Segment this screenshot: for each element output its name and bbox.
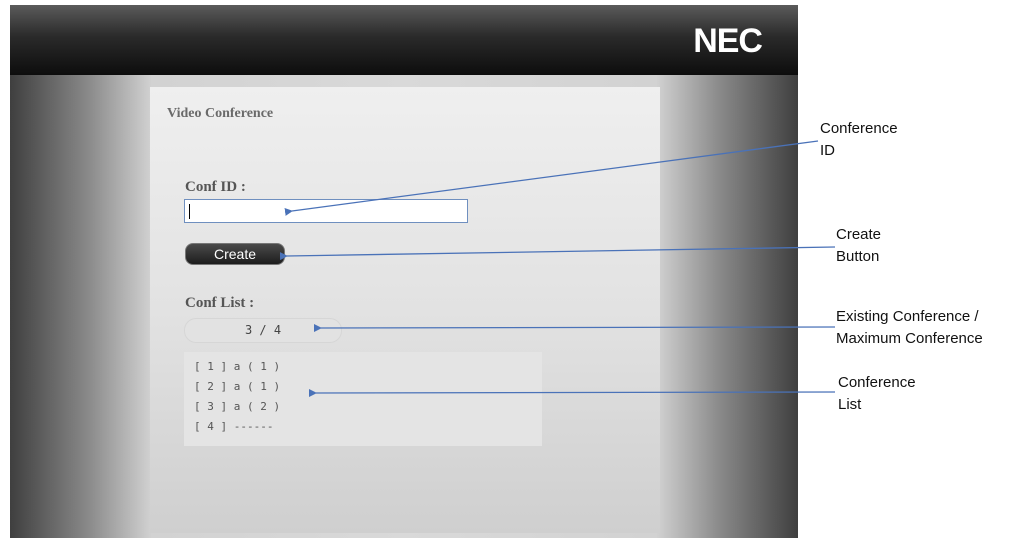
conference-id-arrow xyxy=(284,140,819,216)
create-button-arrow xyxy=(279,246,836,261)
annotation-line: Conference xyxy=(838,374,916,391)
count-annotation: Existing Conference / Maximum Conference xyxy=(836,306,983,350)
annotation-line: Create xyxy=(836,226,882,243)
annotation-arrows xyxy=(279,140,836,398)
annotation-line: Maximum Conference xyxy=(836,330,983,347)
list-arrow xyxy=(308,389,836,398)
annotation-line: Existing Conference / xyxy=(836,308,979,325)
annotation-line: List xyxy=(838,396,862,413)
annotation-line: Conference xyxy=(820,120,898,137)
list-annotation: Conference List xyxy=(838,372,916,416)
conference-id-annotation: Conference ID xyxy=(820,118,898,162)
create-button-annotation: Create Button xyxy=(836,224,881,268)
count-arrow xyxy=(313,324,836,333)
annotation-line: ID xyxy=(820,142,835,159)
annotation-line: Button xyxy=(836,248,880,265)
